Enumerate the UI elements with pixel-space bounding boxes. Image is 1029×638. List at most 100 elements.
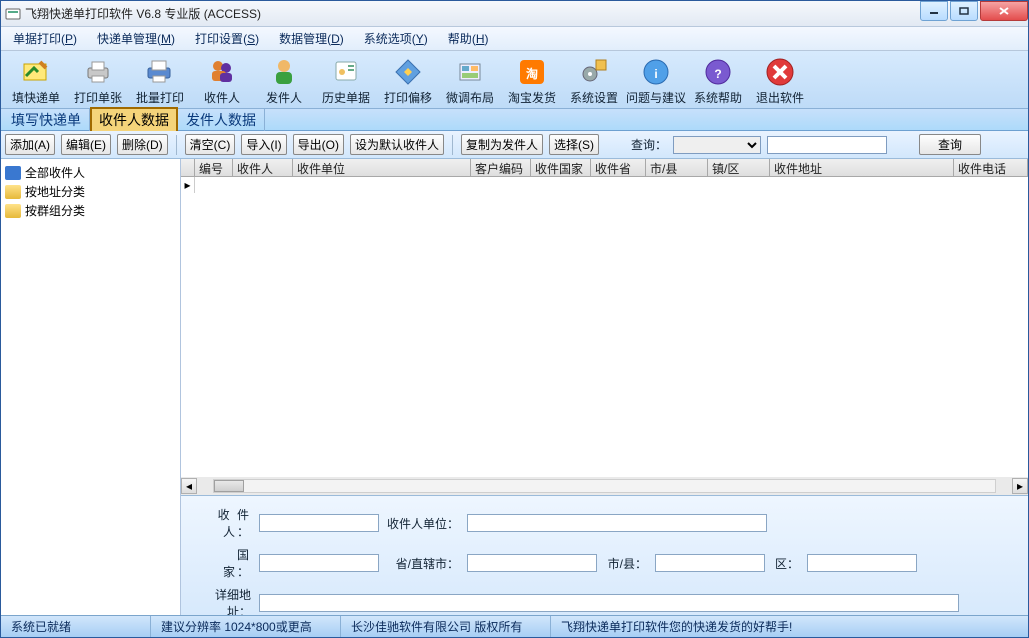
history-icon: [330, 56, 362, 88]
col-recipient[interactable]: 收件人: [233, 159, 293, 176]
app-icon: [5, 6, 21, 22]
city-label: 市/县：: [605, 555, 647, 572]
fill-form-button[interactable]: 填快递单: [5, 52, 67, 106]
folder-icon: [5, 204, 21, 218]
feedback-button[interactable]: i问题与建议: [625, 52, 687, 106]
print-batch-button[interactable]: 批量打印: [129, 52, 191, 106]
grid-header: 编号 收件人 收件单位 客户编码 收件国家 收件省 市/县 镇/区 收件地址 收…: [181, 159, 1028, 177]
printer-icon: [82, 56, 114, 88]
close-icon: [764, 56, 796, 88]
taobao-icon: 淘: [516, 56, 548, 88]
menu-bar: 单据打印(P) 快递单管理(M) 打印设置(S) 数据管理(D) 系统选项(Y)…: [1, 27, 1028, 51]
print-single-button[interactable]: 打印单张: [67, 52, 129, 106]
query-field-select[interactable]: [673, 136, 761, 154]
menu-print-setup[interactable]: 打印设置(S): [189, 28, 265, 49]
province-label: 省/直辖市：: [387, 555, 459, 572]
recipient-label: 收 件 人：: [193, 506, 251, 540]
system-settings-button[interactable]: 系统设置: [563, 52, 625, 106]
status-bar: 系统已就绪 建议分辨率 1024*800或更高 长沙佳驰软件有限公司 版权所有 …: [1, 615, 1028, 637]
export-button[interactable]: 导出(O): [293, 134, 344, 155]
edit-button[interactable]: 编辑(E): [61, 134, 111, 155]
recipient-button[interactable]: 收件人: [191, 52, 253, 106]
horizontal-scrollbar[interactable]: ◂ ▸: [181, 477, 1028, 495]
help-icon: ?: [702, 56, 734, 88]
history-button[interactable]: 历史单据: [315, 52, 377, 106]
col-province[interactable]: 收件省: [591, 159, 646, 176]
svg-text:i: i: [654, 67, 657, 81]
col-address[interactable]: 收件地址: [770, 159, 954, 176]
tab-sender-data[interactable]: 发件人数据: [178, 108, 265, 132]
exit-button[interactable]: 退出软件: [749, 52, 811, 106]
address-input[interactable]: [259, 594, 959, 612]
svg-text:淘: 淘: [526, 66, 538, 81]
settings-icon: [578, 56, 610, 88]
clear-button[interactable]: 清空(C): [185, 134, 236, 155]
copy-as-sender-button[interactable]: 复制为发件人: [461, 134, 543, 155]
list-icon: [5, 166, 21, 180]
tree-node-by-group[interactable]: 按群组分类: [5, 201, 176, 220]
recipient-input[interactable]: [259, 514, 379, 532]
city-input[interactable]: [655, 554, 765, 572]
col-district[interactable]: 镇/区: [708, 159, 770, 176]
info-icon: i: [640, 56, 672, 88]
district-label: 区：: [773, 555, 799, 572]
recipient-unit-label: 收件人单位：: [387, 515, 459, 532]
country-label: 国 家：: [193, 546, 251, 580]
recipient-unit-input[interactable]: [467, 514, 767, 532]
person-icon: [268, 56, 300, 88]
query-input[interactable]: [767, 136, 887, 154]
layout-adjust-button[interactable]: 微调布局: [439, 52, 501, 106]
district-input[interactable]: [807, 554, 917, 572]
svg-text:?: ?: [714, 67, 721, 81]
window-title: 飞翔快递单打印软件 V6.8 专业版 (ACCESS): [25, 5, 918, 22]
scroll-right-icon[interactable]: ▸: [1012, 478, 1028, 494]
add-button[interactable]: 添加(A): [5, 134, 55, 155]
maximize-button[interactable]: [950, 1, 978, 21]
menu-print[interactable]: 单据打印(P): [7, 28, 83, 49]
status-resolution: 建议分辨率 1024*800或更高: [151, 616, 341, 637]
folder-icon: [5, 185, 21, 199]
taobao-ship-button[interactable]: 淘淘宝发货: [501, 52, 563, 106]
col-city[interactable]: 市/县: [646, 159, 708, 176]
address-label: 详细地址：: [193, 586, 251, 615]
menu-manage[interactable]: 快递单管理(M): [91, 28, 181, 49]
tab-recipient-data[interactable]: 收件人数据: [90, 107, 178, 133]
help-button[interactable]: ?系统帮助: [687, 52, 749, 106]
col-marker[interactable]: [181, 159, 195, 176]
menu-data[interactable]: 数据管理(D): [273, 28, 350, 49]
col-unit[interactable]: 收件单位: [293, 159, 471, 176]
printer-batch-icon: [144, 56, 176, 88]
title-bar: 飞翔快递单打印软件 V6.8 专业版 (ACCESS): [1, 1, 1028, 27]
sender-button[interactable]: 发件人: [253, 52, 315, 106]
country-input[interactable]: [259, 554, 379, 572]
query-button[interactable]: 查询: [919, 134, 981, 155]
scroll-thumb[interactable]: [214, 480, 244, 492]
layout-icon: [454, 56, 486, 88]
status-tagline: 飞翔快递单打印软件您的快递发货的好帮手!: [551, 616, 1028, 637]
tab-fill[interactable]: 填写快递单: [3, 108, 90, 132]
import-button[interactable]: 导入(I): [241, 134, 286, 155]
print-offset-button[interactable]: 打印偏移: [377, 52, 439, 106]
delete-button[interactable]: 删除(D): [117, 134, 168, 155]
detail-panel: 收 件 人： 收件人单位： 国 家： 省/直辖市： 市/县： 区： 详细地: [181, 495, 1028, 615]
tree-node-by-address[interactable]: 按地址分类: [5, 182, 176, 201]
col-customer-code[interactable]: 客户编码: [471, 159, 531, 176]
col-id[interactable]: 编号: [195, 159, 233, 176]
status-company: 长沙佳驰软件有限公司 版权所有: [341, 616, 551, 637]
menu-options[interactable]: 系统选项(Y): [358, 28, 434, 49]
minimize-button[interactable]: [920, 1, 948, 21]
col-phone[interactable]: 收件电话: [954, 159, 1028, 176]
province-input[interactable]: [467, 554, 597, 572]
scroll-left-icon[interactable]: ◂: [181, 478, 197, 494]
col-country[interactable]: 收件国家: [531, 159, 591, 176]
menu-help[interactable]: 帮助(H): [442, 28, 495, 49]
set-default-button[interactable]: 设为默认收件人: [350, 134, 444, 155]
select-button[interactable]: 选择(S): [549, 134, 599, 155]
grid-panel: 编号 收件人 收件单位 客户编码 收件国家 收件省 市/县 镇/区 收件地址 收…: [181, 159, 1028, 615]
people-icon: [206, 56, 238, 88]
row-marker-icon: ▸: [181, 177, 195, 193]
offset-icon: [392, 56, 424, 88]
tree-node-all[interactable]: 全部收件人: [5, 163, 176, 182]
grid-body[interactable]: ▸: [181, 177, 1028, 477]
close-button[interactable]: [980, 1, 1028, 21]
